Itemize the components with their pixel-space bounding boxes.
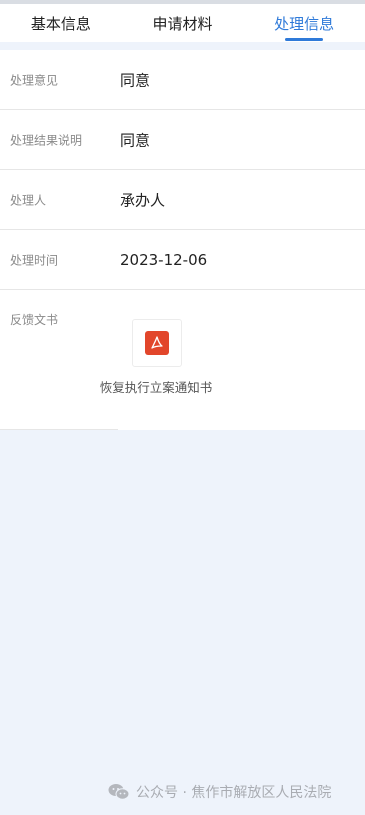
feedback-label: 反馈文书 [10, 313, 59, 327]
tab-label: 处理信息 [274, 14, 335, 33]
detail-label: 处理结果说明 [10, 133, 83, 147]
feedback-file-tile[interactable] [132, 319, 182, 367]
active-tab-indicator [285, 38, 324, 41]
detail-value: 承办人 [120, 191, 166, 209]
pdf-icon [145, 331, 169, 355]
detail-value: 2023-12-06 [120, 250, 208, 269]
wechat-icon [108, 784, 130, 800]
detail-row-opinion: 处理意见 同意 [0, 50, 365, 110]
tab-bar: 基本信息 申请材料 处理信息 [0, 4, 365, 42]
pdf-glyph [151, 336, 163, 349]
watermark: 公众号 · 焦作市解放区人民法院 [108, 782, 331, 802]
detail-value: 同意 [120, 71, 151, 89]
page: 基本信息 申请材料 处理信息 处理意见 同意 处理结果说明 同意 处理人 承办人… [0, 0, 365, 815]
detail-label: 处理意见 [10, 73, 59, 87]
watermark-text: 公众号 · 焦作市解放区人民法院 [136, 785, 332, 801]
detail-label: 处理人 [10, 193, 47, 207]
tab-basic-info[interactable]: 基本信息 [0, 4, 122, 42]
feedback-file-name[interactable]: 恢复执行立案通知书 [0, 377, 312, 396]
detail-row-handler: 处理人 承办人 [0, 170, 365, 230]
tab-application-materials[interactable]: 申请材料 [122, 4, 244, 42]
tab-label: 申请材料 [152, 14, 213, 33]
detail-value: 同意 [120, 131, 151, 149]
tab-label: 基本信息 [30, 14, 91, 33]
detail-row-time: 处理时间 2023-12-06 [0, 230, 365, 290]
processing-info-card: 处理意见 同意 处理结果说明 同意 处理人 承办人 处理时间 2023-12-0… [0, 50, 365, 430]
tab-processing-info[interactable]: 处理信息 [243, 4, 365, 42]
detail-row-result-description: 处理结果说明 同意 [0, 110, 365, 170]
detail-label: 处理时间 [10, 253, 59, 267]
feedback-section: 反馈文书 恢复执行立案通知书 [0, 291, 365, 430]
divider [0, 429, 118, 430]
